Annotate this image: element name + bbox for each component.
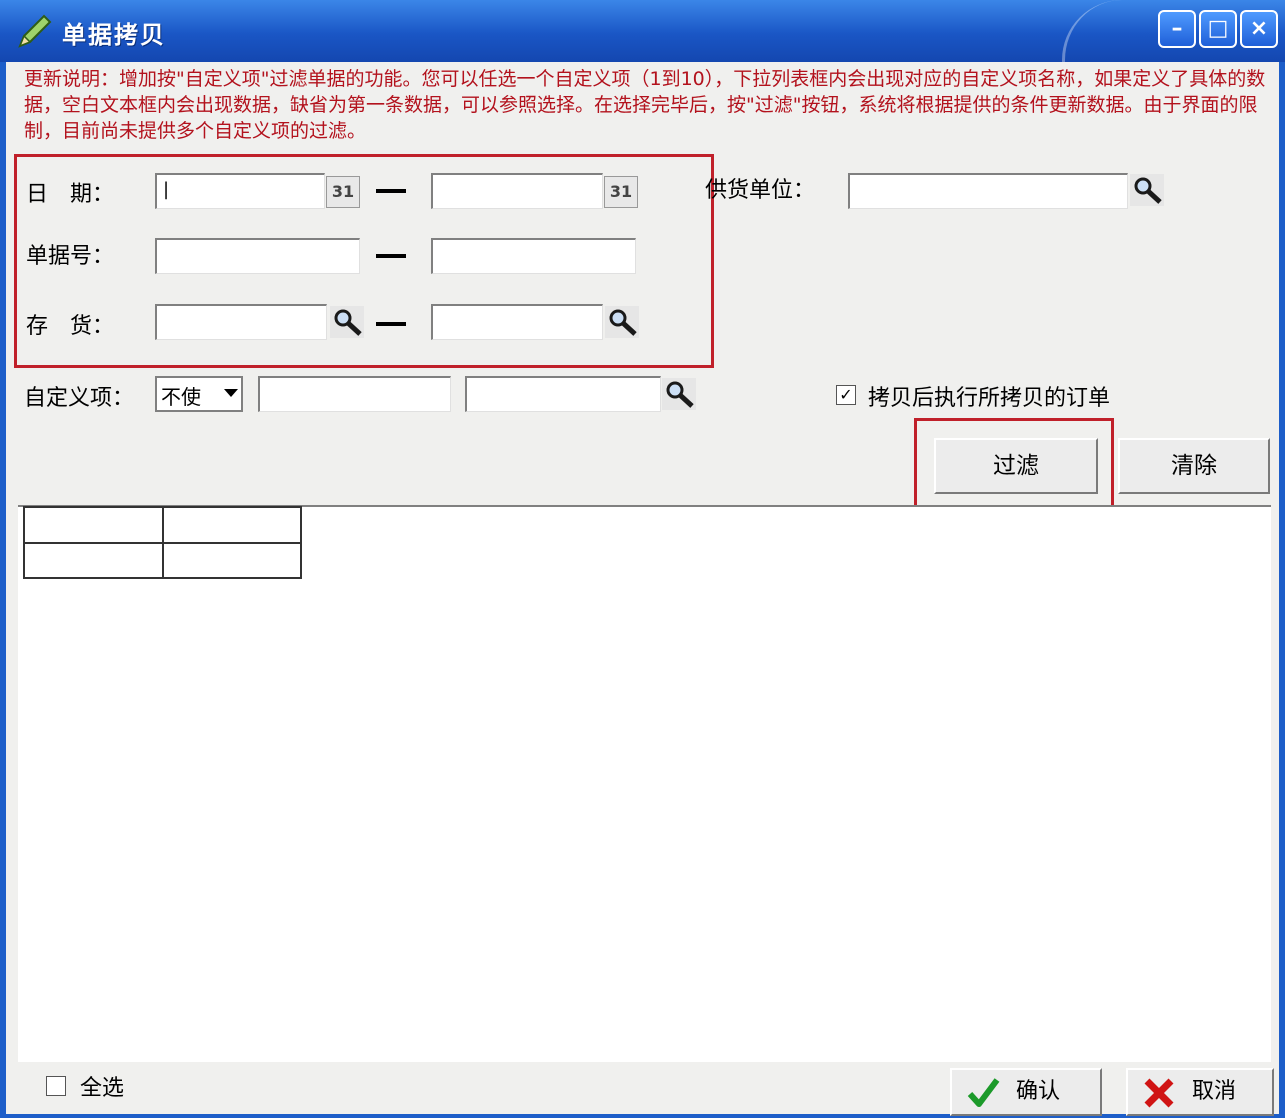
execute-after-copy-checkbox[interactable]: ✓ <box>836 385 856 405</box>
cross-icon <box>1144 1078 1174 1108</box>
inventory-to-search-icon[interactable] <box>605 306 639 338</box>
maximize-icon: □ <box>1207 16 1229 41</box>
docno-label: 单据号： <box>26 244 115 269</box>
execute-after-copy-label: 拷贝后执行所拷贝的订单 <box>868 386 1111 411</box>
inventory-from-input[interactable] <box>155 304 327 340</box>
clear-button[interactable]: 清除 <box>1118 438 1270 494</box>
docno-to-input[interactable] <box>431 238 636 274</box>
inventory-to-input[interactable] <box>431 304 603 340</box>
title-bar[interactable]: 单据拷贝 – □ × <box>0 0 1285 62</box>
docno-range-dash <box>376 254 406 258</box>
ok-button[interactable]: 确认 <box>950 1068 1102 1116</box>
chevron-down-icon <box>224 389 238 397</box>
custom-item-label: 自定义项： <box>24 386 135 411</box>
custom-item-select[interactable]: 不使 <box>155 376 243 412</box>
date-from-input[interactable]: | <box>155 173 325 209</box>
cancel-button-label: 取消 <box>1192 1079 1237 1104</box>
maximize-button[interactable]: □ <box>1199 10 1237 48</box>
date-label: 日 期： <box>26 182 115 207</box>
grid-row-cell[interactable] <box>23 542 164 579</box>
supplier-input[interactable] <box>848 173 1128 209</box>
ok-button-label: 确认 <box>1016 1079 1061 1104</box>
grid-header-cell <box>162 506 302 544</box>
cancel-button[interactable]: 取消 <box>1126 1068 1274 1116</box>
result-grid[interactable] <box>18 505 1271 1062</box>
minimize-button[interactable]: – <box>1158 10 1196 48</box>
close-icon: × <box>1249 16 1269 41</box>
minimize-icon: – <box>1171 16 1183 41</box>
select-all-label: 全选 <box>80 1076 125 1101</box>
inventory-range-dash <box>376 322 406 326</box>
pencil-icon <box>18 14 52 48</box>
docno-from-input[interactable] <box>155 238 360 274</box>
custom-value-input-1[interactable] <box>258 376 451 412</box>
custom-item-select-value: 不使 <box>161 385 201 409</box>
grid-row-cell[interactable] <box>162 542 302 579</box>
check-icon <box>967 1078 1000 1107</box>
filter-button[interactable]: 过滤 <box>934 438 1098 494</box>
supplier-label: 供货单位： <box>705 178 816 203</box>
close-button[interactable]: × <box>1240 10 1278 48</box>
inventory-from-search-icon[interactable] <box>330 306 364 338</box>
select-all-checkbox[interactable] <box>46 1076 66 1096</box>
date-range-dash <box>376 189 406 193</box>
update-note: 更新说明：增加按"自定义项"过滤单据的功能。您可以任选一个自定义项（1到10），… <box>24 68 1266 142</box>
inventory-label: 存 货： <box>26 314 115 339</box>
date-from-calendar-icon[interactable]: 31 <box>326 176 360 208</box>
window-title: 单据拷贝 <box>62 21 166 49</box>
title-bar-decoration <box>1062 0 1135 62</box>
supplier-search-icon[interactable] <box>1130 174 1164 206</box>
date-to-calendar-icon[interactable]: 31 <box>604 176 638 208</box>
custom-value-search-icon[interactable] <box>662 378 696 410</box>
date-to-input[interactable] <box>431 173 603 209</box>
custom-value-input-2[interactable] <box>465 376 661 412</box>
grid-header-cell <box>23 506 164 544</box>
